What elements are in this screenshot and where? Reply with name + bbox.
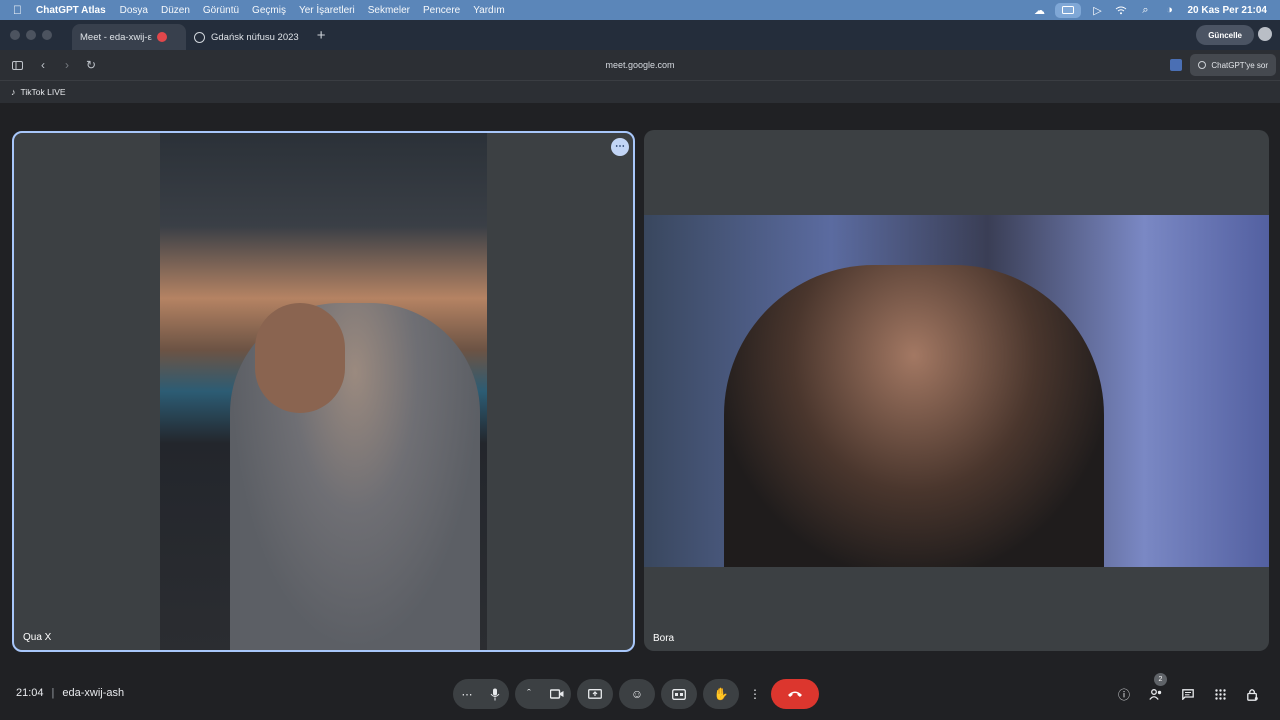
bookmark-tiktok-live[interactable]: TikTok LIVE	[21, 87, 66, 97]
bookmarks-bar: ♪ TikTok LIVE	[0, 80, 1280, 103]
participant-head	[255, 303, 345, 413]
vertical-dots-icon: ⋮	[749, 687, 761, 701]
recording-indicator-icon: rec	[156, 32, 167, 42]
meeting-code: eda-xwij-ash	[62, 687, 125, 699]
camera-control: ˆ	[515, 679, 571, 709]
more-options-icon[interactable]: ⋯	[611, 138, 629, 156]
cloud-icon[interactable]: ☁	[1027, 0, 1051, 20]
zoom-window-button[interactable]	[42, 30, 52, 40]
menubar-clock[interactable]: 20 Kas Per 21:04	[1187, 5, 1267, 16]
hand-icon: ✋	[713, 687, 729, 701]
profile-avatar[interactable]	[1258, 27, 1272, 41]
tab-label: Gdańsk nüfusu 2023	[211, 31, 299, 43]
tab-gdansk[interactable]: Gdańsk nüfusu 2023	[186, 24, 307, 50]
participant-tile-qua-x[interactable]: ⋯ Qua X	[12, 131, 635, 652]
menu-yer-isaretleri[interactable]: Yer İşaretleri	[299, 5, 355, 16]
participant-figure	[724, 265, 1104, 567]
ask-chatgpt-button[interactable]: ChatGPT'ye sor	[1190, 54, 1276, 76]
emoji-icon: ☺	[630, 687, 644, 701]
sidebar-toggle-icon[interactable]	[10, 58, 24, 72]
minimize-window-button[interactable]	[26, 30, 36, 40]
raise-hand-button[interactable]: ✋	[703, 679, 739, 709]
meet-stage: ⋯ Qua X Bora 21:04 | eda-xwij-ash ⋯ ˆ ☺ …	[0, 103, 1280, 720]
window-controls	[10, 30, 58, 40]
translate-icon[interactable]	[1170, 59, 1182, 71]
control-center-icon[interactable]: ◑	[1157, 0, 1181, 20]
tab-meet[interactable]: Meet - eda-xwij-ε rec	[0, 24, 186, 134]
app-menu-name[interactable]: ChatGPT Atlas	[36, 5, 106, 16]
call-controls: ⋯ ˆ ☺ ✋ ⋮	[453, 679, 825, 709]
reload-icon[interactable]: ↻	[84, 58, 98, 72]
chatgpt-icon	[1198, 61, 1207, 69]
lock-icon	[1246, 688, 1258, 701]
screen-share-status-icon[interactable]	[1055, 2, 1082, 18]
menu-pencere[interactable]: Pencere	[423, 5, 460, 16]
microphone-control: ⋯	[453, 679, 509, 709]
participant-tile-bora[interactable]: Bora	[644, 130, 1269, 651]
participant-count-badge: 2	[1154, 673, 1167, 686]
more-options-button[interactable]: ⋮	[745, 679, 765, 709]
meeting-side-controls: ⓘ 2	[1108, 673, 1268, 709]
new-tab-button[interactable]: +	[317, 27, 326, 44]
tab-label: Meet - eda-xwij-ε	[80, 31, 152, 43]
captions-icon	[672, 688, 686, 700]
activities-button[interactable]	[1204, 679, 1236, 709]
participant-video	[160, 133, 487, 650]
browser-toolbar: ‹ › ↻ meet.google.com ChatGPT'ye sor	[0, 50, 1280, 80]
menu-goruntu[interactable]: Görüntü	[203, 5, 239, 16]
menu-dosya[interactable]: Dosya	[120, 5, 148, 16]
update-button[interactable]: Güncelle	[1196, 25, 1254, 45]
close-window-button[interactable]	[10, 30, 20, 40]
host-controls-button[interactable]	[1236, 679, 1268, 709]
audio-options-icon[interactable]: ⋯	[453, 679, 481, 709]
participant-name: Qua X	[23, 632, 52, 643]
search-icon[interactable]: ⌕	[1133, 0, 1157, 20]
menu-yardim[interactable]: Yardım	[473, 5, 505, 16]
wifi-icon[interactable]	[1109, 0, 1133, 20]
meeting-details: 21:04 | eda-xwij-ash	[16, 687, 124, 699]
forward-icon[interactable]: ›	[60, 58, 74, 72]
participant-video	[644, 215, 1269, 567]
menu-duzen[interactable]: Düzen	[161, 5, 190, 16]
play-icon[interactable]: ▷	[1085, 0, 1109, 20]
meeting-info-button[interactable]: ⓘ	[1108, 679, 1140, 709]
present-screen-button[interactable]	[577, 679, 613, 709]
people-button[interactable]: 2	[1140, 673, 1172, 709]
tiktok-icon: ♪	[11, 87, 16, 97]
chatgpt-icon	[194, 31, 205, 43]
video-options-icon[interactable]: ˆ	[515, 679, 543, 709]
ask-chatgpt-label: ChatGPT'ye sor	[1211, 60, 1268, 70]
apple-icon[interactable]: 	[13, 3, 27, 17]
apps-grid-icon	[1214, 688, 1226, 700]
tab-strip: Meet - eda-xwij-ε rec Gdańsk nüfusu 2023…	[0, 20, 1280, 134]
menu-gecmis[interactable]: Geçmiş	[252, 5, 286, 16]
meeting-time: 21:04	[16, 687, 44, 699]
microphone-icon[interactable]	[481, 679, 509, 709]
chat-button[interactable]	[1172, 679, 1204, 709]
address-bar[interactable]: meet.google.com	[0, 60, 1280, 70]
participant-name: Bora	[653, 633, 675, 644]
meet-control-bar: 21:04 | eda-xwij-ash ⋯ ˆ ☺ ✋ ⋮ ⓘ 2	[0, 673, 1280, 709]
camera-icon[interactable]	[543, 679, 571, 709]
chat-icon	[1182, 688, 1194, 700]
macos-menubar:  ChatGPT Atlas Dosya Düzen Görüntü Geçm…	[0, 0, 1280, 20]
captions-button[interactable]	[661, 679, 697, 709]
leave-call-button[interactable]	[771, 679, 819, 709]
present-screen-icon	[588, 688, 602, 699]
menu-sekmeler[interactable]: Sekmeler	[368, 5, 410, 16]
people-icon	[1149, 688, 1162, 700]
reactions-button[interactable]: ☺	[619, 679, 655, 709]
hang-up-icon	[788, 691, 802, 697]
divider: |	[51, 687, 55, 699]
back-icon[interactable]: ‹	[36, 58, 50, 72]
